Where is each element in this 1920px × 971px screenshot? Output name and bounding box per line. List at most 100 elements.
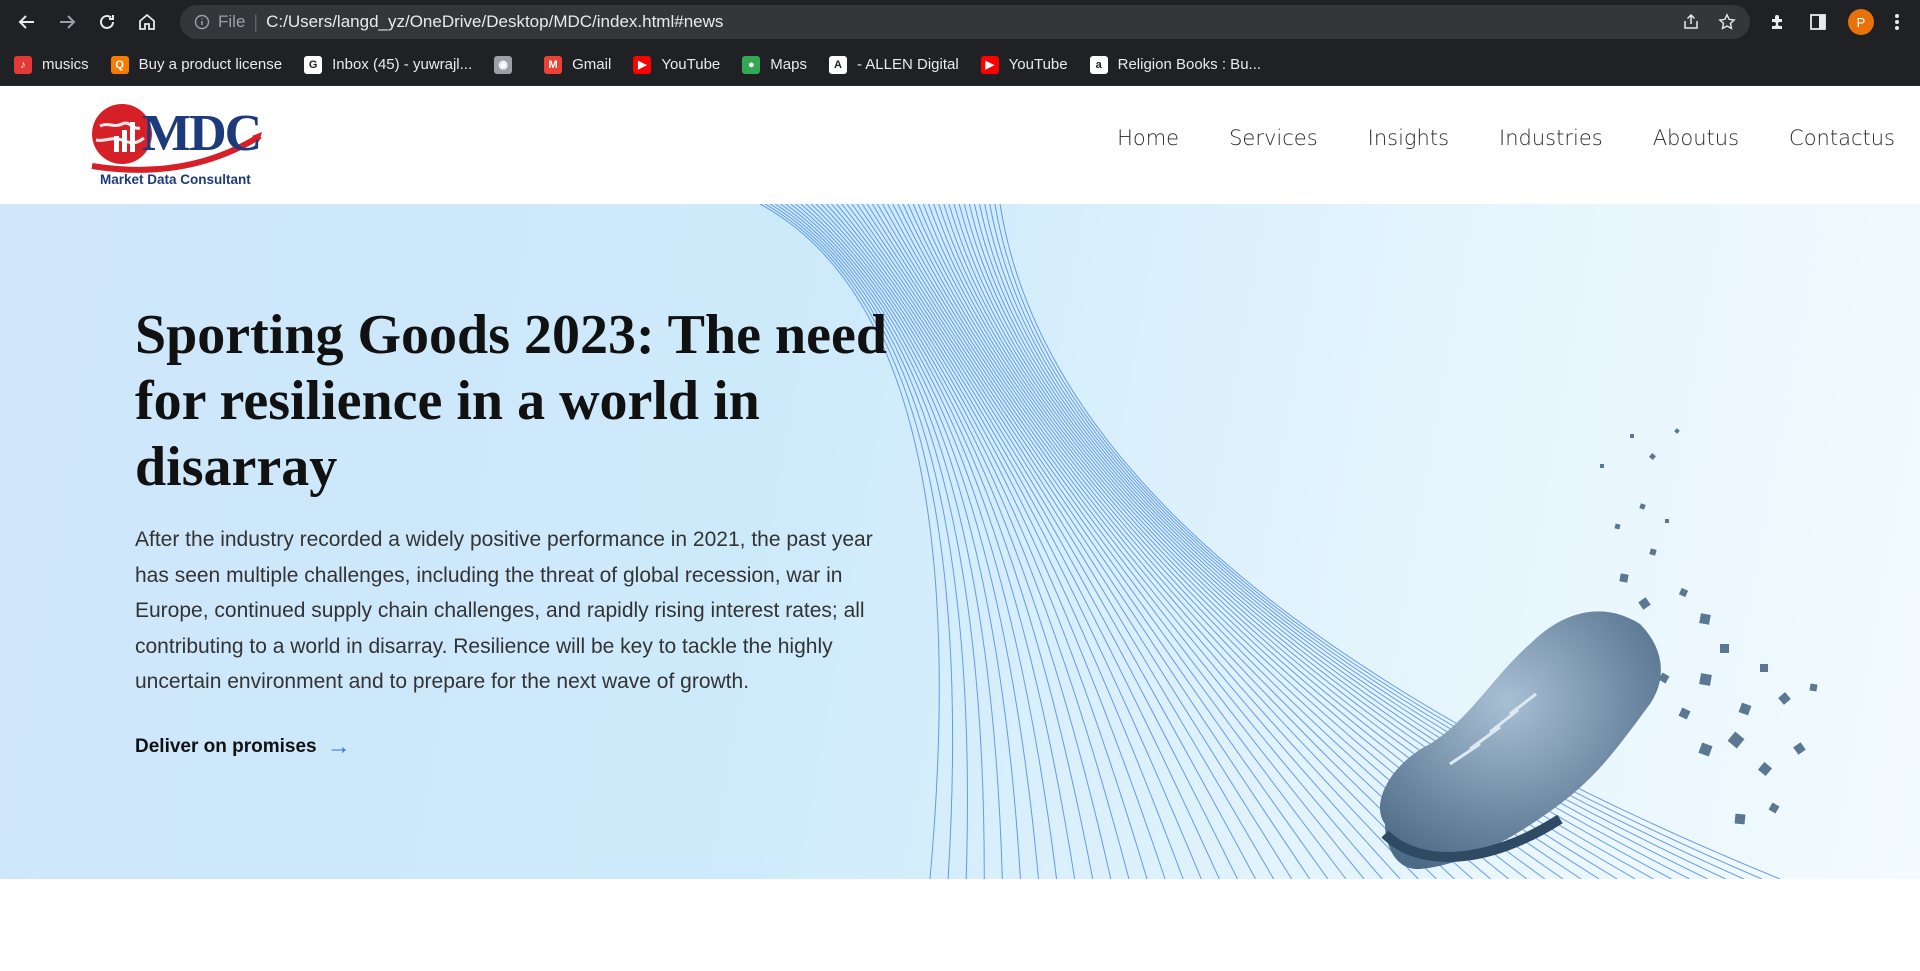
main-navigation: Home Services Insights Industries Aboutu… [1117,126,1895,150]
gmail-icon: M [544,55,563,74]
allen-icon: A [828,55,847,74]
wave-line [994,204,1763,879]
bookmark-item[interactable]: ♪ musics [14,55,89,74]
shoe-fragment [1757,761,1773,777]
logo-subtitle: Market Data Consultant [100,172,251,187]
bookmark-label: YouTube [1008,56,1068,73]
globe-icon: ◉ [494,55,513,74]
extensions-icon[interactable] [1768,12,1788,32]
nav-aboutus[interactable]: Aboutus [1653,126,1739,150]
bookmark-label: Religion Books : Bu... [1117,56,1262,73]
bookmark-label: Maps [770,56,807,73]
deliver-on-promises-link[interactable]: Deliver on promises → [135,733,351,761]
cta-label: Deliver on promises [135,736,317,757]
logo-wordmark: MDC [142,105,262,162]
shoe-fragment [1793,742,1806,755]
bookmark-item[interactable]: M Gmail [544,55,612,74]
shoe-fragment [1809,683,1818,692]
arrow-right-icon [60,15,76,29]
shoe-fragment [1727,731,1745,749]
bookmark-label: Buy a product license [138,56,283,73]
shoe-fragment [1639,503,1646,510]
reload-button[interactable] [90,5,124,39]
bookmark-label: Inbox (45) - yuwrajl... [332,56,473,73]
nav-insights[interactable]: Insights [1368,126,1449,150]
hero-title: Sporting Goods 2023: The need for resili… [135,304,887,498]
kebab-menu-icon[interactable] [1894,12,1900,32]
bookmark-item[interactable]: ▶ YouTube [980,55,1068,74]
shoe-fragment [1778,692,1791,705]
arrow-right-icon: → [326,733,351,760]
bookmark-item[interactable]: G Inbox (45) - yuwrajl... [304,55,473,74]
site-header: MDC Market Data Consultant Home Services… [0,86,1920,204]
shoe-fragment [1600,464,1604,468]
shoe-fragment [1638,597,1651,610]
bookmark-label: - ALLEN Digital [856,56,959,73]
back-button[interactable] [10,5,44,39]
reload-icon [100,14,114,29]
wave-line [866,204,1311,879]
wave-line [877,204,1347,879]
nav-services[interactable]: Services [1229,126,1318,150]
bookmark-label: YouTube [661,56,721,73]
bookmark-item[interactable]: ◉ [494,55,522,74]
wave-line [892,204,1401,879]
shoe-fragment [1699,673,1712,686]
bookmark-item[interactable]: ▶ YouTube [633,55,721,74]
wave-line [999,204,1781,879]
shoe-fragment [1630,434,1634,438]
youtube-icon: ▶ [633,55,652,74]
amazon-icon: a [1089,55,1108,74]
shoe-fragment [1619,573,1629,583]
mdc-logo[interactable]: MDC Market Data Consultant [82,96,272,196]
wave-line [979,204,1708,879]
wave-line [984,204,1726,879]
license-icon: Q [110,55,129,74]
shoe-fragment [1648,452,1657,461]
shoe-fragment [1720,644,1729,653]
share-icon[interactable] [1682,13,1700,31]
file-scheme-label: File [218,12,246,31]
bookmark-item[interactable]: ● Maps [742,55,807,74]
wave-line [902,204,1437,879]
shoe-fragment [1674,428,1680,434]
bookmark-label: musics [42,56,89,73]
home-button[interactable] [130,5,164,39]
maps-icon: ● [742,55,761,74]
nav-home[interactable]: Home [1117,126,1179,150]
forward-button[interactable] [50,5,84,39]
shoe-fragment [1665,519,1669,523]
nav-industries[interactable]: Industries [1499,126,1603,150]
wave-line [856,204,1275,879]
home-icon [139,13,155,30]
wave-line [907,204,1455,879]
bookmark-item[interactable]: Q Buy a product license [110,55,283,74]
star-icon[interactable] [1718,13,1736,31]
bookmark-item[interactable]: a Religion Books : Bu... [1089,55,1262,74]
wave-line [861,204,1293,879]
bookmark-item[interactable]: A - ALLEN Digital [828,55,959,74]
music-icon: ♪ [14,55,32,74]
bookmarks-bar: ♪ musics Q Buy a product license G Inbox (45)… [0,44,1920,86]
site-info-icon[interactable] [194,14,210,30]
url-text[interactable]: C:/Users/langd_yz/OneDrive/Desktop/MDC/i… [266,12,1682,32]
arrow-left-icon [18,15,34,29]
shoe-fragment [1699,613,1711,625]
wave-lines [759,204,1781,879]
youtube-icon: ▶ [980,55,999,74]
profile-avatar[interactable]: P [1848,9,1874,35]
side-panel-icon[interactable] [1808,12,1828,32]
shoe-fragment [1678,587,1689,598]
shoe-fragment [1698,742,1713,757]
hero-banner: Sporting Goods 2023: The need for resili… [0,204,1920,879]
shoe-fragment [1768,802,1780,814]
address-bar[interactable]: File | C:/Users/langd_yz/OneDrive/Deskto… [180,5,1750,39]
bookmark-label: Gmail [572,56,612,73]
wave-line [887,204,1383,879]
nav-contactus[interactable]: Contactus [1789,126,1895,150]
shoe-fragment [1734,813,1746,825]
shoe-fragment [1614,523,1621,530]
sneaker-graphic [1380,611,1661,870]
browser-toolbar: File | C:/Users/langd_yz/OneDrive/Deskto… [0,0,1920,44]
shoe-fragment [1760,664,1768,672]
